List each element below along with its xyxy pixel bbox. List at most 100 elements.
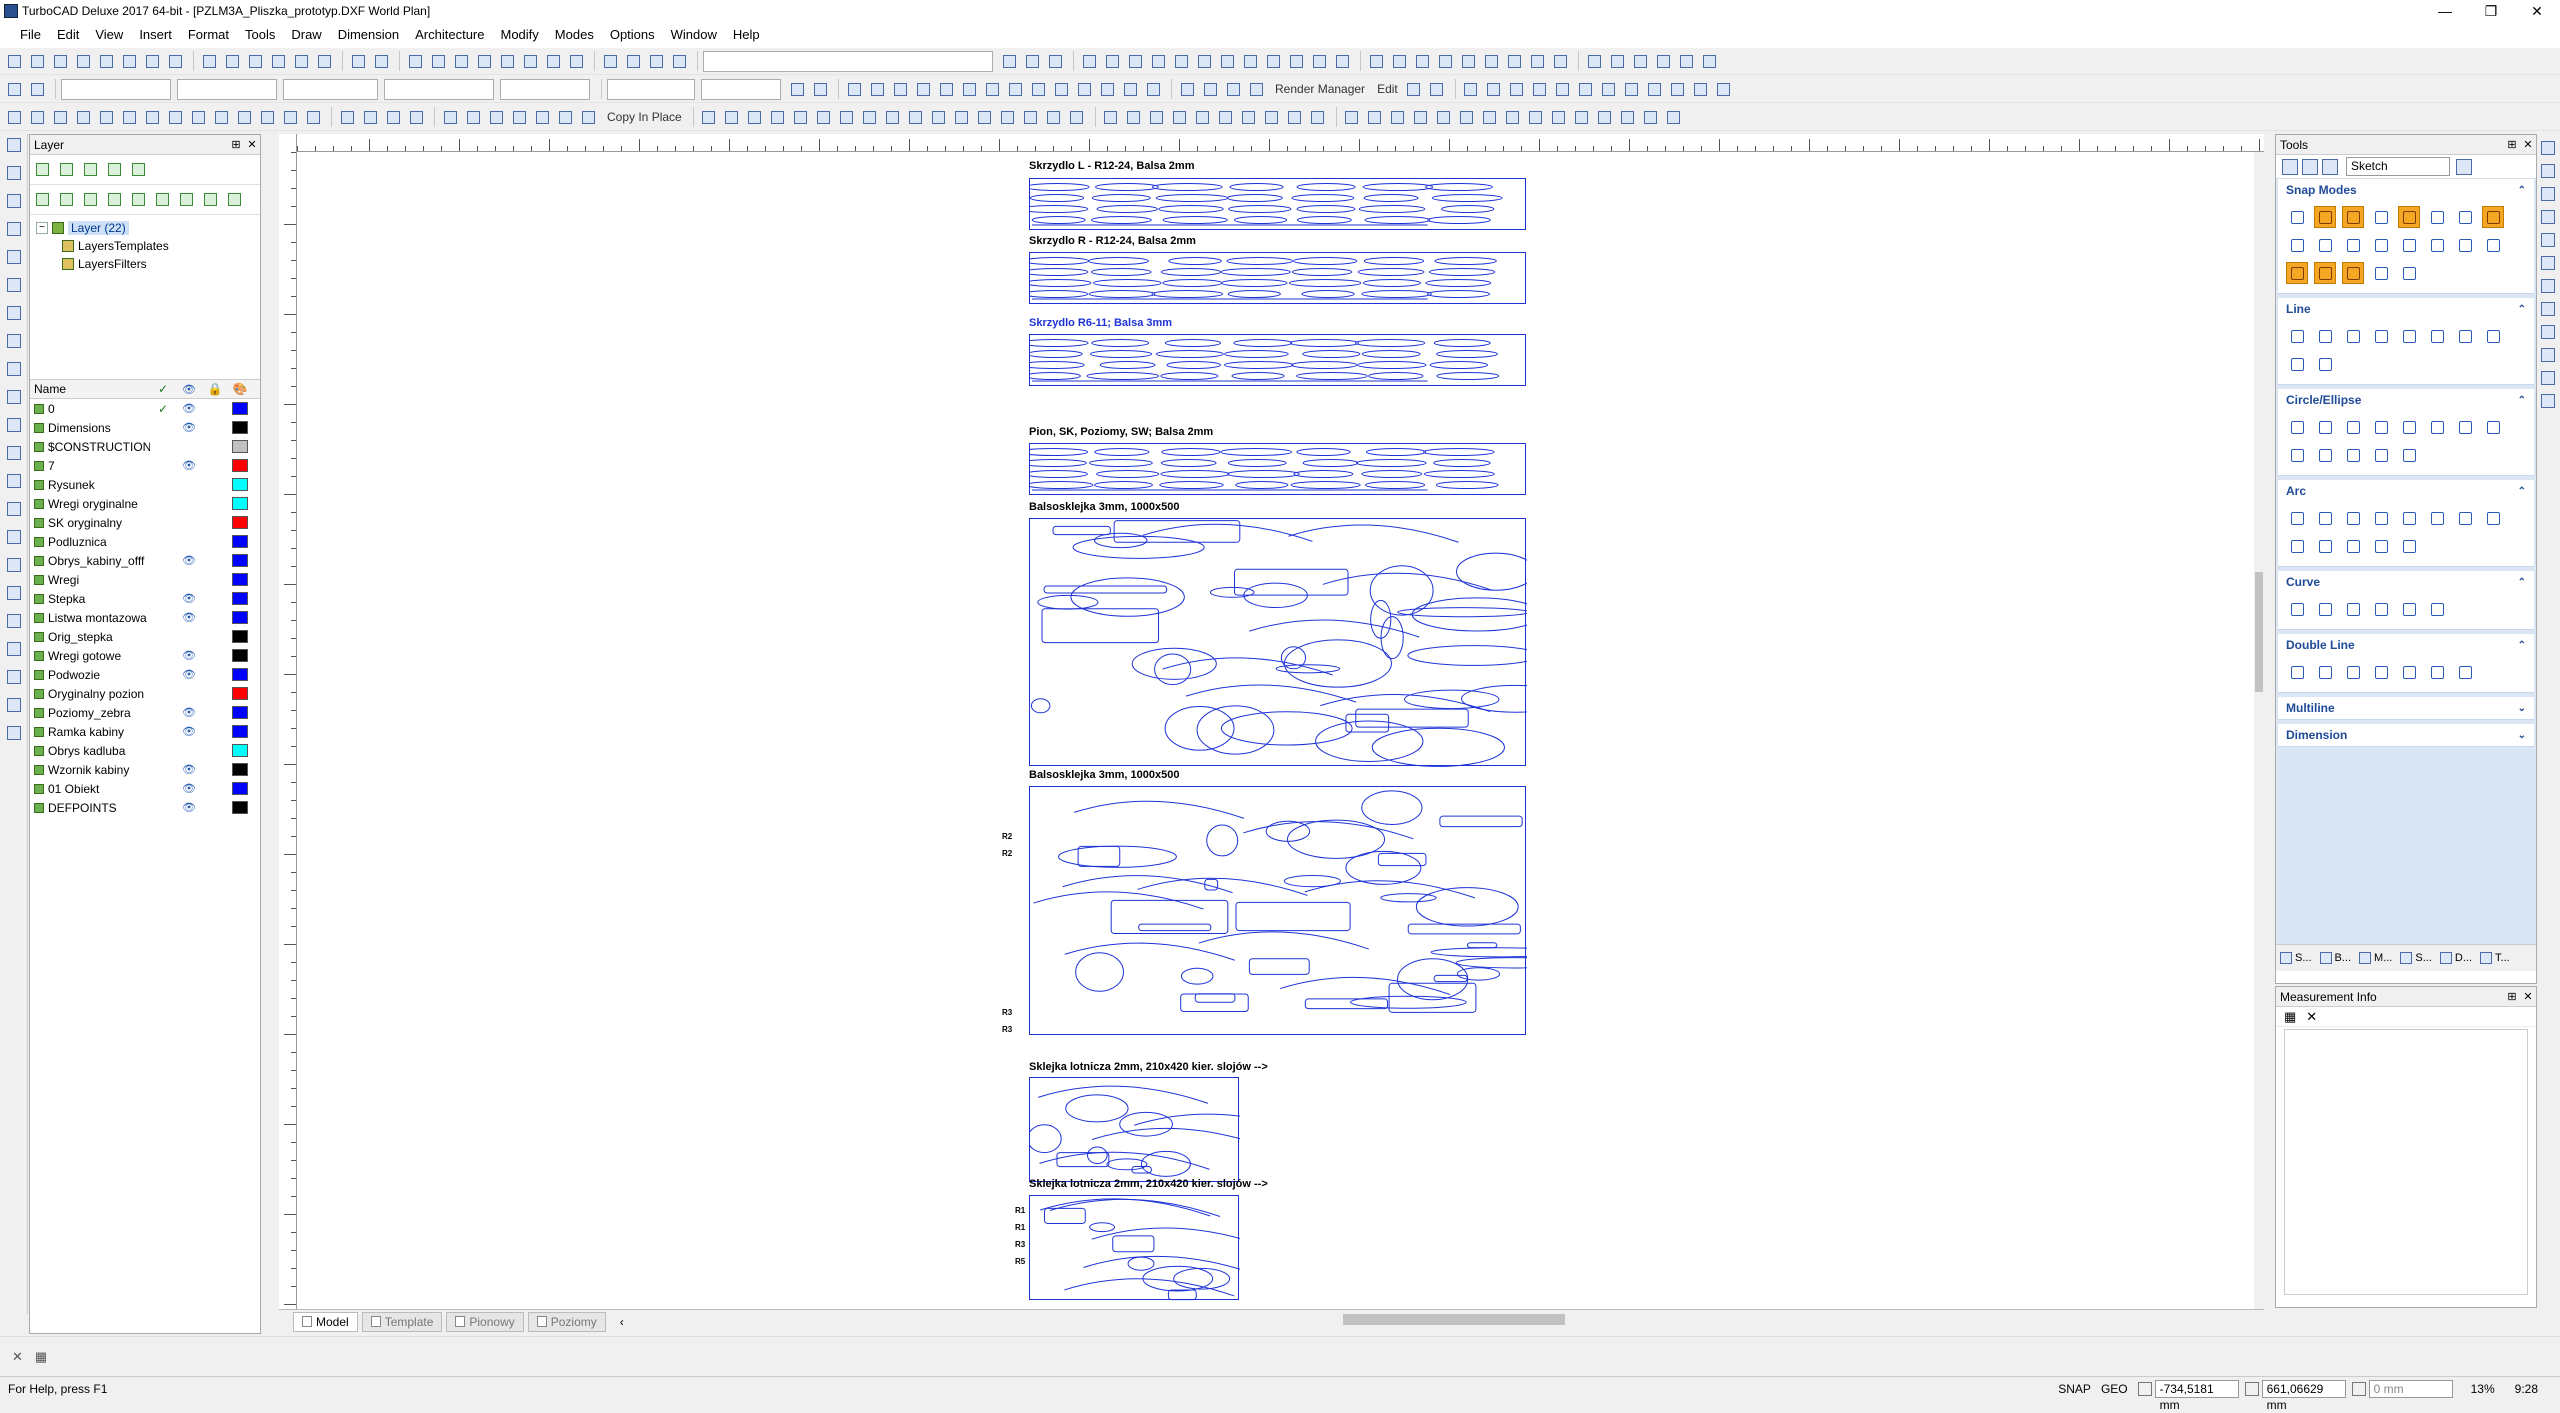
tools-bottom-tab[interactable]: B... bbox=[2319, 952, 2351, 964]
toolbar-tool-icon[interactable] bbox=[1676, 51, 1696, 71]
toolbar-tool-icon[interactable] bbox=[810, 79, 830, 99]
mode-select[interactable]: Sketch bbox=[2346, 157, 2450, 176]
layer-visibility-icon[interactable]: 👁 bbox=[176, 649, 202, 662]
grid-icon[interactable]: ▦ bbox=[2284, 1009, 2296, 1025]
layer-name-cell[interactable]: Wzornik kabiny bbox=[30, 763, 150, 777]
tool-section-header[interactable]: Double Line ⌃ bbox=[2278, 634, 2534, 656]
col-name[interactable]: Name bbox=[30, 382, 150, 396]
layer-color-cell[interactable] bbox=[228, 649, 252, 662]
layer-visibility-icon[interactable]: 👁 bbox=[176, 592, 202, 605]
copy-in-place-label[interactable]: Copy In Place bbox=[607, 110, 682, 124]
toolbar-tool-icon[interactable] bbox=[1022, 51, 1042, 71]
layer-row[interactable]: Wregi bbox=[30, 570, 260, 589]
toolbar-dropdown[interactable] bbox=[500, 78, 590, 100]
layer-color-cell[interactable] bbox=[228, 630, 252, 643]
toolbar-tool-icon[interactable] bbox=[1404, 79, 1424, 99]
dock-tool-icon[interactable] bbox=[2541, 348, 2555, 362]
toolbar-tool-icon[interactable] bbox=[1262, 107, 1282, 127]
layer-row[interactable]: Wregi gotowe 👁 bbox=[30, 646, 260, 665]
toolbar-tool-icon[interactable] bbox=[1653, 51, 1673, 71]
toolbar-tool-icon[interactable] bbox=[745, 107, 765, 127]
tool-icon[interactable] bbox=[2314, 598, 2336, 620]
layer-name-cell[interactable]: $CONSTRUCTION bbox=[30, 440, 150, 454]
layer-tool-icon[interactable] bbox=[202, 191, 220, 209]
layer-active-mark[interactable]: ✓ bbox=[150, 402, 176, 416]
layer-name-cell[interactable]: Podwozie bbox=[30, 668, 150, 682]
layer-color-cell[interactable] bbox=[228, 744, 252, 757]
toolbar-tool-icon[interactable] bbox=[1595, 107, 1615, 127]
toolbar-tool-icon[interactable] bbox=[1097, 79, 1117, 99]
menu-tools[interactable]: Tools bbox=[237, 22, 283, 48]
toolbar-tool-icon[interactable] bbox=[96, 51, 116, 71]
layer-color-cell[interactable] bbox=[228, 801, 252, 814]
tool-icon[interactable] bbox=[2286, 325, 2308, 347]
toolbar-tool-icon[interactable] bbox=[1200, 79, 1220, 99]
toolbar-tool-icon[interactable] bbox=[1067, 107, 1087, 127]
col-active[interactable]: ✓ bbox=[150, 382, 176, 396]
drawing-tool-icon[interactable] bbox=[4, 530, 24, 550]
toolbar-tool-icon[interactable] bbox=[1193, 107, 1213, 127]
tool-icon[interactable] bbox=[2370, 507, 2392, 529]
layer-tool-icon[interactable] bbox=[34, 161, 52, 179]
toolbar-tool-icon[interactable] bbox=[1365, 107, 1385, 127]
drawing-tool-icon[interactable] bbox=[4, 222, 24, 242]
layer-name-cell[interactable]: 0 bbox=[30, 402, 150, 416]
layer-visibility-icon[interactable]: 👁 bbox=[176, 706, 202, 719]
toolbar-tool-icon[interactable] bbox=[1286, 51, 1306, 71]
layer-row[interactable]: Ramka kabiny 👁 bbox=[30, 722, 260, 741]
layer-color-cell[interactable] bbox=[228, 516, 252, 529]
tool-icon[interactable] bbox=[2342, 535, 2364, 557]
layer-row[interactable]: Wzornik kabiny 👁 bbox=[30, 760, 260, 779]
toolbar-tool-icon[interactable] bbox=[428, 51, 448, 71]
clear-icon[interactable]: ✕ bbox=[2306, 1009, 2317, 1025]
toolbar-tool-icon[interactable] bbox=[1342, 107, 1362, 127]
layer-name-cell[interactable]: Wregi oryginalne bbox=[30, 497, 150, 511]
tool-icon[interactable] bbox=[2426, 325, 2448, 347]
tab-pionowy[interactable]: Pionowy bbox=[446, 1311, 524, 1332]
tool-icon[interactable] bbox=[2398, 325, 2420, 347]
toolbar-tool-icon[interactable] bbox=[1549, 107, 1569, 127]
toolbar-tool-icon[interactable] bbox=[1457, 107, 1477, 127]
menu-dimension[interactable]: Dimension bbox=[330, 22, 407, 48]
measure-close-icon[interactable]: ✕ bbox=[2520, 990, 2536, 1003]
tool-icon[interactable] bbox=[2286, 416, 2308, 438]
toolbar-tool-icon[interactable] bbox=[1021, 107, 1041, 127]
layer-name-cell[interactable]: SK oryginalny bbox=[30, 516, 150, 530]
dock-tool-icon[interactable] bbox=[2541, 141, 2555, 155]
toolbar-tool-icon[interactable] bbox=[406, 107, 426, 127]
toolbar-tool-icon[interactable] bbox=[975, 107, 995, 127]
layer-visibility-icon[interactable]: 👁 bbox=[176, 402, 202, 415]
material-sheet[interactable] bbox=[1029, 786, 1572, 1035]
toolbar-tool-icon[interactable] bbox=[1458, 51, 1478, 71]
drawing-canvas[interactable]: Skrzydlo L - R12-24, Balsa 2mm Skrzydlo R… bbox=[297, 152, 2264, 1319]
drawing-tool-icon[interactable] bbox=[4, 670, 24, 690]
drawing-tool-icon[interactable] bbox=[4, 194, 24, 214]
pin-icon[interactable]: ⊞ bbox=[228, 138, 244, 151]
tool-icon[interactable] bbox=[2314, 535, 2336, 557]
tool-section-header[interactable]: Circle/Ellipse ⌃ bbox=[2278, 389, 2534, 411]
layer-color-cell[interactable] bbox=[228, 706, 252, 719]
tool-icon[interactable] bbox=[2398, 535, 2420, 557]
tools-bottom-tab[interactable]: T... bbox=[2480, 952, 2510, 964]
toolbar-tool-icon[interactable] bbox=[142, 107, 162, 127]
toolbar-tool-icon[interactable] bbox=[383, 107, 403, 127]
tool-icon[interactable] bbox=[2314, 234, 2336, 256]
toolbar-tool-icon[interactable] bbox=[4, 79, 24, 99]
toolbar-tool-icon[interactable] bbox=[4, 51, 24, 71]
toolbar-tool-icon[interactable] bbox=[1388, 107, 1408, 127]
tree-node-layers-templates[interactable]: LayersTemplates bbox=[36, 237, 254, 255]
layer-color-cell[interactable] bbox=[228, 478, 252, 491]
layer-color-cell[interactable] bbox=[228, 763, 252, 776]
drawing-tool-icon[interactable] bbox=[4, 390, 24, 410]
toolbar-tool-icon[interactable] bbox=[73, 107, 93, 127]
layer-name-cell[interactable]: Orig_stepka bbox=[30, 630, 150, 644]
tool-icon[interactable] bbox=[2426, 598, 2448, 620]
tool-icon[interactable] bbox=[2482, 325, 2504, 347]
toolbar-tool-icon[interactable] bbox=[257, 107, 277, 127]
toolbar-tool-icon[interactable] bbox=[1480, 107, 1500, 127]
toolbar-dropdown[interactable] bbox=[607, 78, 695, 100]
layer-row[interactable]: $CONSTRUCTION bbox=[30, 437, 260, 456]
tool-icon[interactable] bbox=[2286, 535, 2308, 557]
layer-tool-icon[interactable] bbox=[58, 161, 76, 179]
toolbar-tool-icon[interactable] bbox=[1527, 51, 1547, 71]
